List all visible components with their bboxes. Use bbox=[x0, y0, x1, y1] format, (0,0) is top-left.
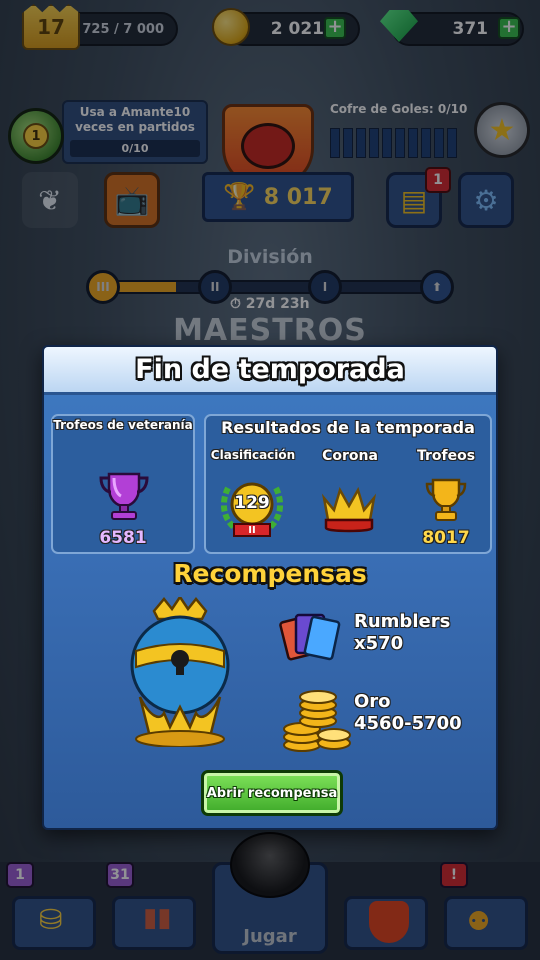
dialog-title: Fin de temporada bbox=[135, 354, 405, 385]
season-results-panel: Resultados de la temporada Clasificación… bbox=[204, 414, 492, 554]
dialog-header: Fin de temporada bbox=[44, 347, 496, 395]
season-results-title: Resultados de la temporada bbox=[221, 418, 475, 437]
rank-tier: II bbox=[248, 525, 256, 536]
rank-value: 129 bbox=[234, 493, 270, 513]
crown-icon bbox=[321, 486, 377, 533]
season-end-dialog: Fin de temporada Trofeos de veteranía 65… bbox=[42, 345, 498, 830]
open-reward-button[interactable]: Abrir recompensa bbox=[201, 770, 343, 816]
reward-gold-text: Oro 4560-5700 bbox=[354, 691, 462, 735]
veteran-title: Trofeos de veteranía bbox=[53, 418, 193, 432]
veteran-trophies-panel: Trofeos de veteranía 6581 bbox=[51, 414, 195, 554]
reward-gold-amount: 4560-5700 bbox=[354, 713, 462, 734]
veteran-trophies-value: 6581 bbox=[99, 528, 147, 548]
reward-chest-orb-icon bbox=[130, 597, 230, 747]
season-trophies-value: 8017 bbox=[422, 528, 470, 548]
rumbler-cards-icon bbox=[279, 613, 341, 661]
crown-label: Corona bbox=[322, 448, 378, 464]
reward-cards-text: Rumblers x570 bbox=[354, 611, 450, 655]
rank-label: Clasificación bbox=[210, 448, 296, 462]
purple-trophy-icon bbox=[99, 472, 149, 520]
gold-coins-icon bbox=[283, 690, 351, 752]
trophies-label: Trofeos bbox=[416, 448, 476, 464]
rewards-title: Recompensas bbox=[173, 559, 367, 588]
reward-cards-amount: x570 bbox=[354, 633, 404, 654]
open-reward-label: Abrir recompensa bbox=[206, 785, 338, 801]
gold-trophy-icon bbox=[425, 478, 467, 521]
reward-cards-name: Rumblers bbox=[354, 611, 451, 632]
reward-gold-name: Oro bbox=[354, 691, 391, 712]
